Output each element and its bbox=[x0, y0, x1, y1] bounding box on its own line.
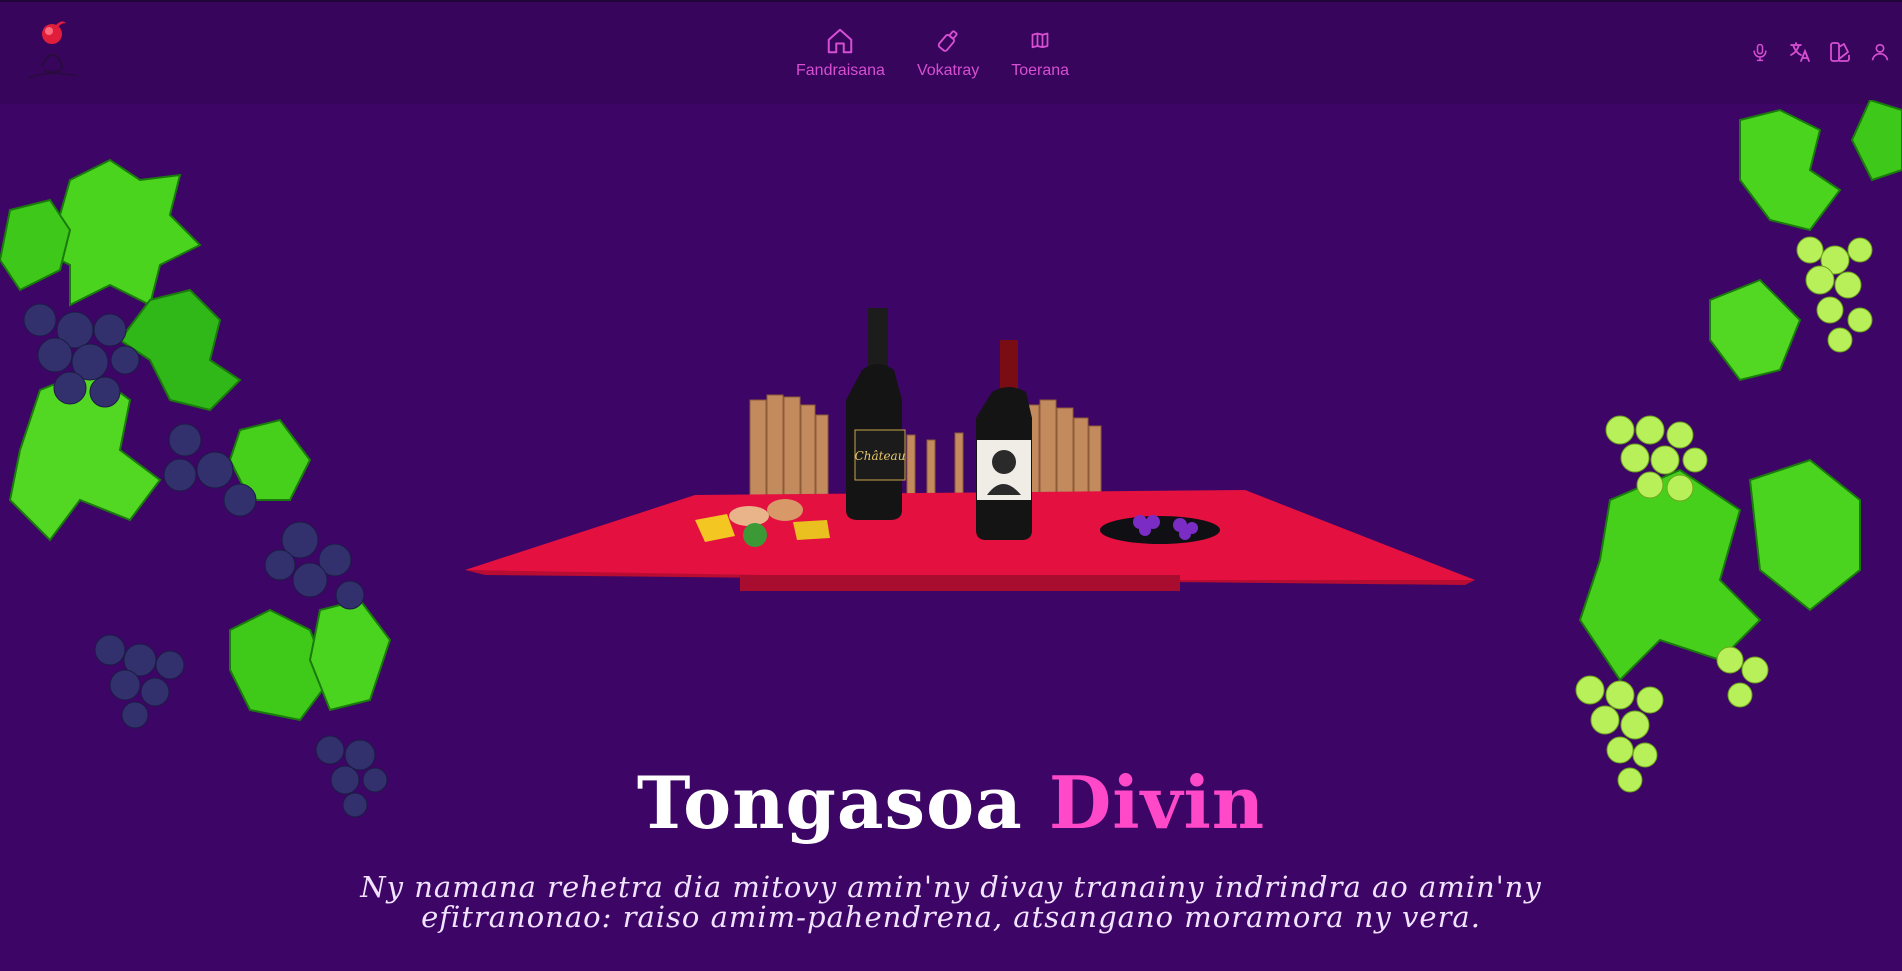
hero-title-brand: Divin bbox=[1048, 760, 1266, 845]
theme-icon bbox=[1830, 42, 1850, 62]
hero-subtitle: Ny namana rehetra dia mitovy amin'ny div… bbox=[360, 870, 1542, 934]
theme-button[interactable] bbox=[1828, 38, 1852, 66]
nav-label: Toerana bbox=[1011, 62, 1070, 79]
brand-logo[interactable] bbox=[18, 16, 88, 90]
nav-item-toerana[interactable]: Toerana bbox=[995, 26, 1085, 80]
svg-text:Château: Château bbox=[855, 449, 906, 463]
nav-label: Fandraisana bbox=[796, 62, 885, 79]
dark-grapes-illustration bbox=[0, 158, 392, 818]
wine-table-scene: Château bbox=[465, 308, 1475, 591]
microphone-icon bbox=[1753, 43, 1767, 62]
nav-label: Vokatray bbox=[916, 62, 980, 79]
top-navigation-bar: Fandraisana Vokatray Toerana bbox=[0, 0, 1902, 104]
header-actions bbox=[1748, 38, 1892, 66]
profile-button[interactable] bbox=[1868, 38, 1892, 66]
white-grapes-illustration bbox=[1575, 100, 1902, 793]
hero-title-welcome: Tongasoa bbox=[636, 760, 1023, 845]
home-icon bbox=[828, 28, 853, 54]
translate-button[interactable] bbox=[1788, 38, 1812, 66]
hero-title: Tongasoa Divin bbox=[0, 760, 1902, 845]
microphone-button[interactable] bbox=[1748, 38, 1772, 66]
black-wine-bottle: Château bbox=[846, 308, 906, 520]
map-icon bbox=[1031, 32, 1049, 49]
translate-icon bbox=[1790, 42, 1810, 62]
bottle-icon bbox=[937, 30, 958, 52]
user-icon bbox=[1871, 43, 1889, 61]
main-nav: Fandraisana Vokatray Toerana bbox=[780, 26, 1085, 80]
nav-item-fandraisana[interactable]: Fandraisana bbox=[780, 26, 901, 80]
nav-item-vokatray[interactable]: Vokatray bbox=[901, 26, 995, 80]
red-wine-bottle bbox=[976, 340, 1032, 540]
